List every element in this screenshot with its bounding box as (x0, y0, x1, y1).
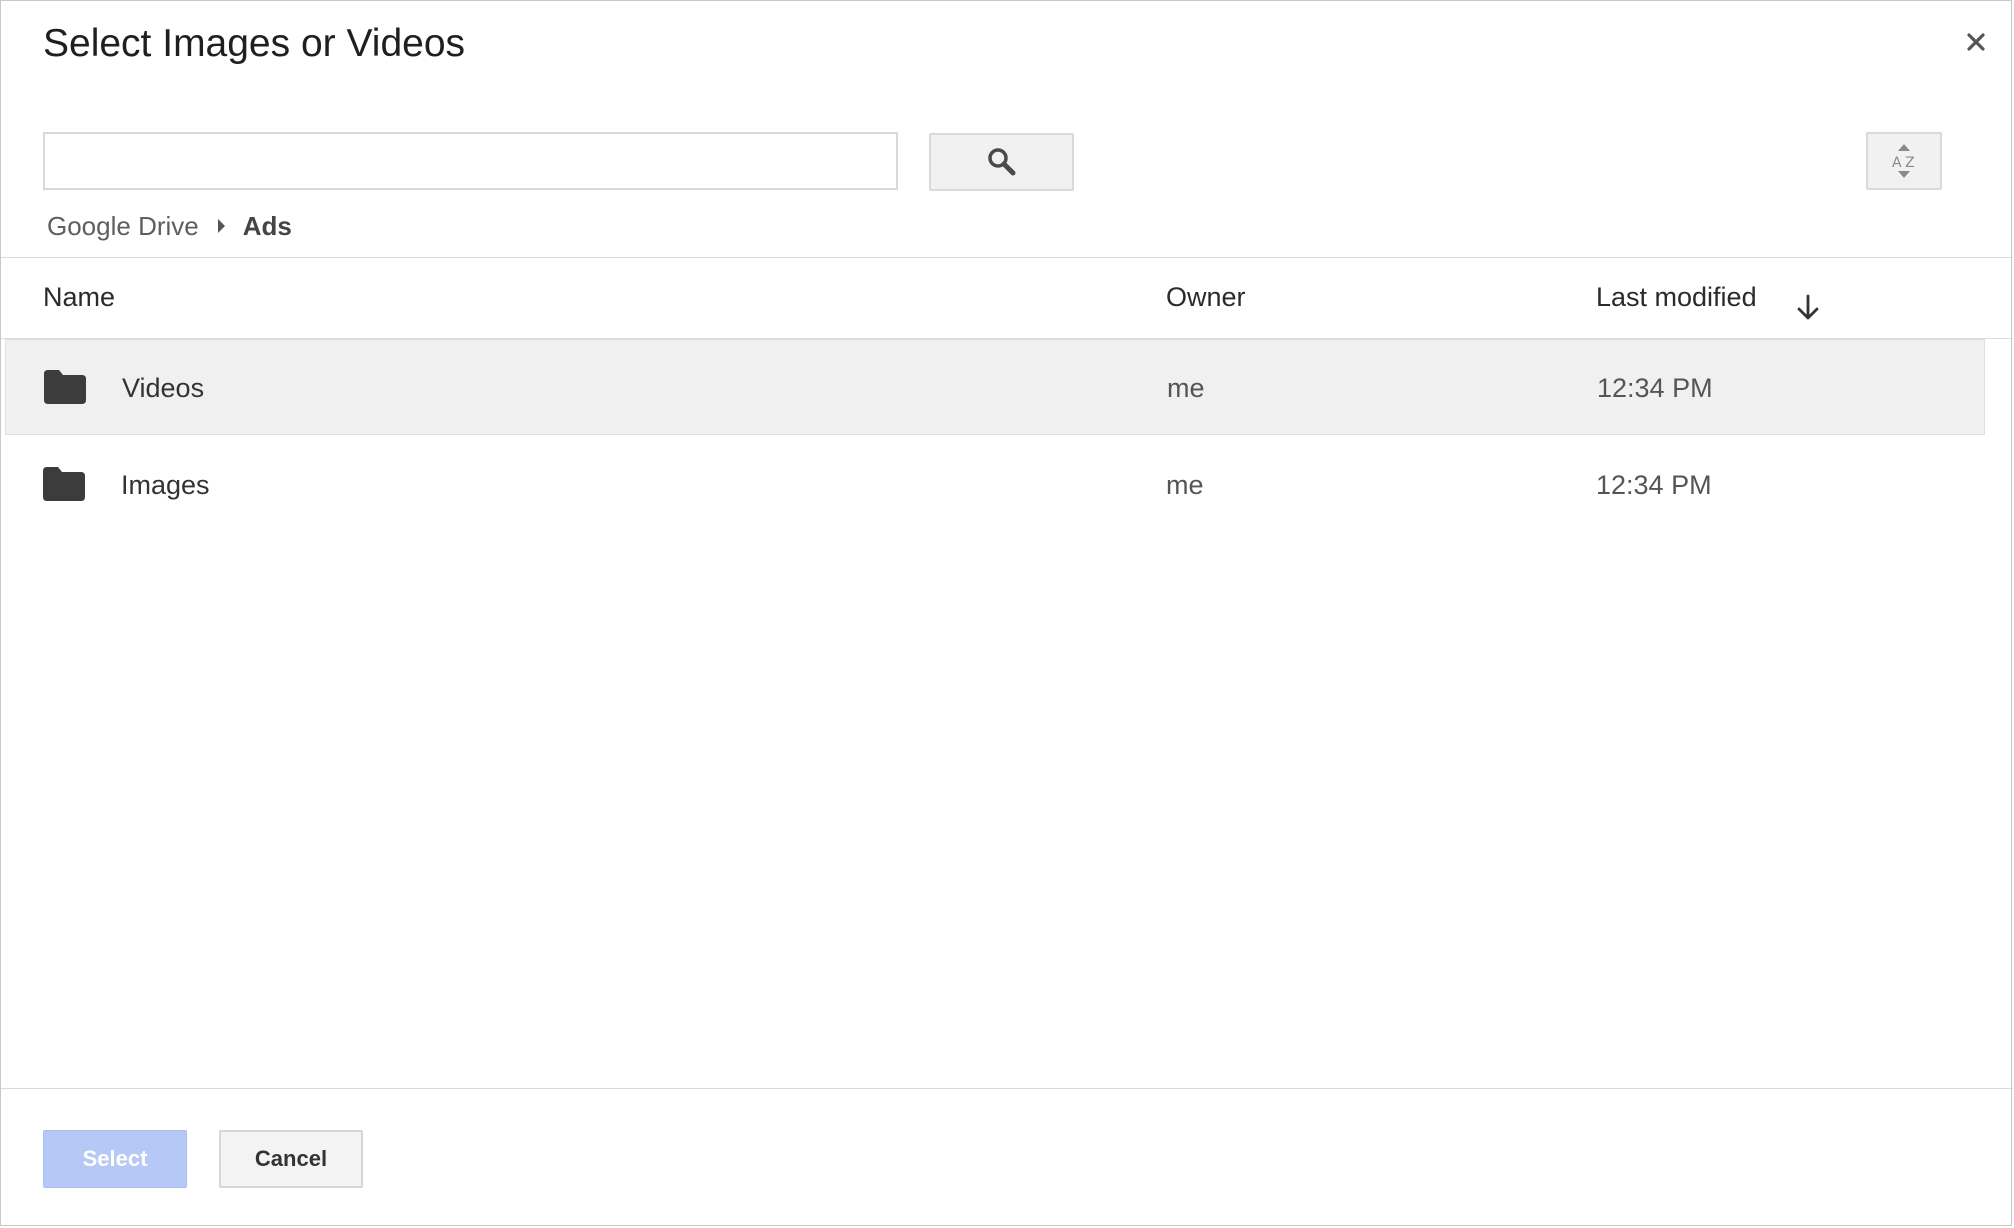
search-icon (987, 148, 1015, 176)
row-name: Videos (122, 372, 205, 403)
sort-az-icon: A Z (1892, 144, 1915, 178)
close-button[interactable] (1959, 25, 1993, 59)
row-owner: me (1167, 372, 1205, 403)
breadcrumb-root[interactable]: Google Drive (47, 211, 199, 242)
breadcrumb-current: Ads (242, 210, 292, 241)
file-picker-dialog: Select Images or Videos A Z Google Drive… (0, 0, 2013, 1226)
cancel-button[interactable]: Cancel (219, 1130, 363, 1188)
close-icon (1967, 33, 1985, 51)
row-name: Images (121, 469, 210, 500)
row-owner: me (1166, 469, 1204, 500)
svg-text:A: A (1892, 155, 1902, 171)
folder-icon (43, 467, 85, 501)
row-modified: 12:34 PM (1597, 372, 1713, 403)
arrow-down-icon[interactable] (1795, 294, 1821, 322)
table-row[interactable]: Images me 12:34 PM (5, 437, 1985, 533)
header-divider (1, 257, 2013, 258)
sort-button[interactable]: A Z (1866, 132, 1942, 190)
select-button[interactable]: Select (43, 1130, 187, 1188)
column-header-owner[interactable]: Owner (1166, 279, 1246, 315)
search-button[interactable] (929, 133, 1074, 191)
folder-icon (44, 370, 86, 404)
footer-divider (1, 1088, 2013, 1089)
column-header-last-modified[interactable]: Last modified (1596, 279, 1757, 315)
row-modified: 12:34 PM (1596, 469, 1712, 500)
search-input[interactable] (43, 132, 898, 190)
breadcrumb: Google Drive Ads (47, 208, 292, 244)
chevron-right-icon (215, 217, 227, 235)
dialog-title: Select Images or Videos (43, 22, 466, 65)
table-row[interactable]: Videos me 12:34 PM (5, 339, 1985, 435)
column-header-name[interactable]: Name (43, 279, 115, 315)
svg-text:Z: Z (1905, 155, 1915, 171)
